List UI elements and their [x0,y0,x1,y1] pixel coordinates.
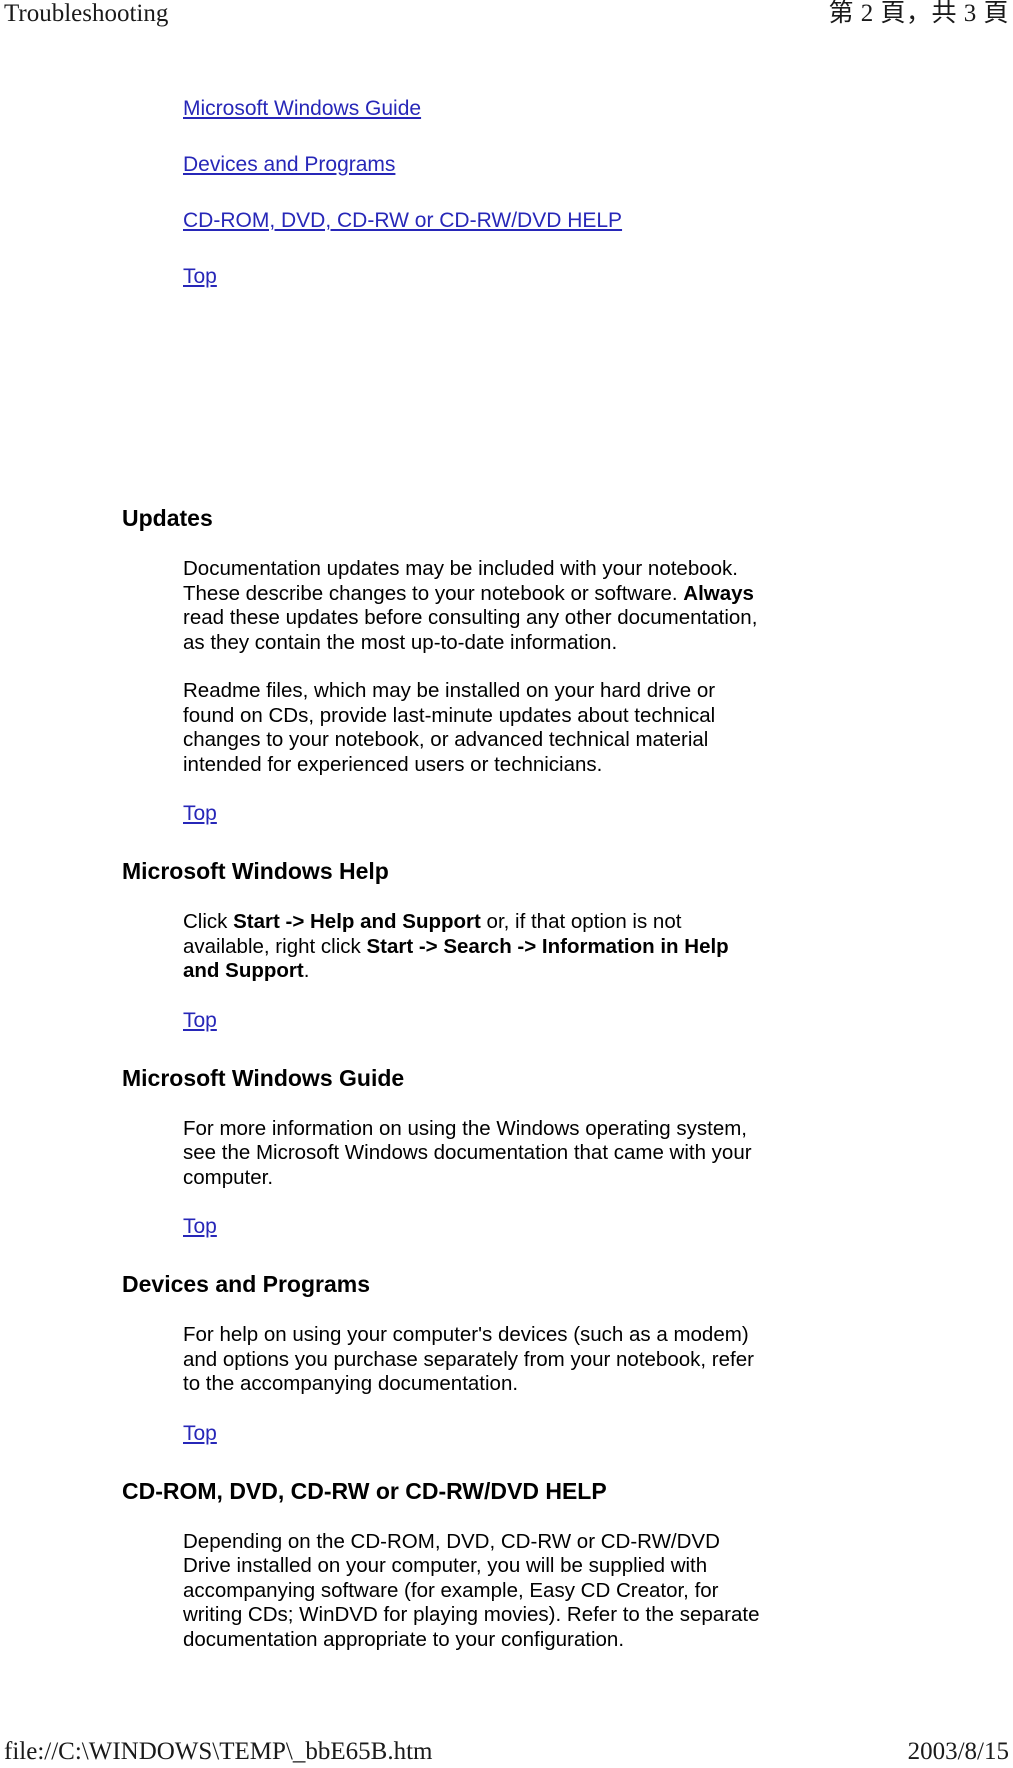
top-link-row: Top [183,1215,768,1241]
print-header-pagination: 第 2 頁，共 3 頁 [828,0,1009,27]
section-list: Updates Documentation updates may be inc… [0,505,1013,1652]
section-body: Click Start -> Help and Support or, if t… [122,910,768,1035]
section-updates: Updates Documentation updates may be inc… [0,505,1013,828]
paragraph-text: Depending on the CD-ROM, DVD, CD-RW or C… [183,1529,760,1651]
top-link-row: Top [183,1009,768,1035]
top-link[interactable]: Top [183,1009,217,1032]
toc-link-cd-rom-dvd-help[interactable]: CD-ROM, DVD, CD-RW or CD-RW/DVD HELP [183,209,622,232]
paragraph-emphasis: Start -> Help and Support [233,910,481,933]
toc-link-top[interactable]: Top [183,265,217,288]
paragraph: Documentation updates may be included wi… [183,557,768,655]
print-footer: file://C:\WINDOWS\TEMP\_bbE65B.htm 2003/… [0,1738,1013,1768]
paragraph: For help on using your computer's device… [183,1323,768,1397]
toc-row: Top [183,264,883,291]
section-body: Depending on the CD-ROM, DVD, CD-RW or C… [122,1530,768,1653]
section-devices-and-programs: Devices and Programs For help on using y… [0,1271,1013,1448]
section-microsoft-windows-guide: Microsoft Windows Guide For more informa… [0,1065,1013,1242]
paragraph-text: Readme files, which may be installed on … [183,679,716,776]
toc-link-list: Microsoft Windows Guide Devices and Prog… [183,96,883,291]
paragraph: For more information on using the Window… [183,1117,768,1191]
paragraph-text: . [303,959,310,982]
section-body: For more information on using the Window… [122,1117,768,1242]
paragraph: Click Start -> Help and Support or, if t… [183,910,768,984]
top-link[interactable]: Top [183,1422,217,1445]
paragraph: Readme files, which may be installed on … [183,679,768,777]
print-footer-date: 2003/8/15 [907,1738,1009,1765]
section-microsoft-windows-help: Microsoft Windows Help Click Start -> He… [0,858,1013,1035]
section-heading: Updates [122,505,213,531]
top-link-row: Top [183,802,768,828]
toc-row: CD-ROM, DVD, CD-RW or CD-RW/DVD HELP [183,208,883,235]
print-header: Troubleshooting 第 2 頁，共 3 頁 [0,0,1013,34]
print-header-title: Troubleshooting [4,0,169,27]
paragraph: Depending on the CD-ROM, DVD, CD-RW or C… [183,1530,768,1653]
print-footer-file-path: file://C:\WINDOWS\TEMP\_bbE65B.htm [4,1738,433,1765]
paragraph-text: For more information on using the Window… [183,1116,752,1189]
section-body: For help on using your computer's device… [122,1323,768,1448]
top-link[interactable]: Top [183,802,217,825]
section-heading: Microsoft Windows Help [122,858,389,884]
paragraph-emphasis: Always [683,581,754,605]
paragraph-text: Click [183,910,234,933]
section-heading: CD-ROM, DVD, CD-RW or CD-RW/DVD HELP [122,1477,607,1504]
section-heading: Devices and Programs [122,1271,371,1297]
toc-row: Microsoft Windows Guide [183,96,883,123]
paragraph-text: For help on using your computer's device… [183,1323,754,1395]
paragraph-text: Documentation updates may be included wi… [183,557,738,605]
toc-link-microsoft-windows-guide[interactable]: Microsoft Windows Guide [183,97,421,120]
toc-row: Devices and Programs [183,152,883,179]
paragraph-text: read these updates before consulting any… [183,606,758,654]
section-heading: Microsoft Windows Guide [122,1064,405,1091]
section-body: Documentation updates may be included wi… [122,557,768,828]
toc-link-devices-and-programs[interactable]: Devices and Programs [183,153,395,176]
top-link[interactable]: Top [183,1215,217,1238]
section-cd-rom-dvd-help: CD-ROM, DVD, CD-RW or CD-RW/DVD HELP Dep… [0,1478,1013,1653]
top-link-row: Top [183,1422,768,1448]
